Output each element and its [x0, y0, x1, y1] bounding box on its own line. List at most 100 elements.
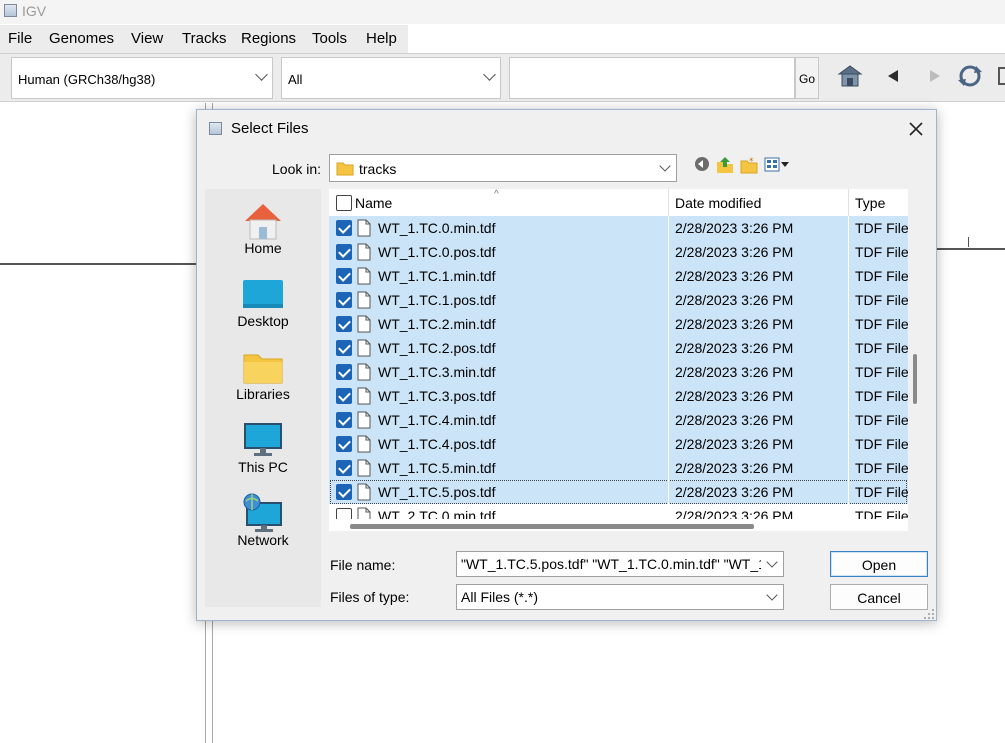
column-header-date[interactable]: Date modified [675, 195, 761, 211]
file-row[interactable]: WT_1.TC.5.min.tdf 2/28/2023 3:26 PM TDF Fi… [329, 456, 908, 480]
file-row[interactable]: WT_1.TC.0.min.tdf 2/28/2023 3:26 PM TDF Fi… [329, 216, 908, 240]
file-type-cell: TDF File [855, 292, 908, 308]
menu-help[interactable]: Help [366, 30, 397, 47]
select-files-dialog: Select Files Look in: tracks * Home Desk… [196, 109, 937, 621]
file-row-checkbox[interactable] [336, 364, 352, 380]
file-date-cell: 2/28/2023 3:26 PM [675, 364, 794, 380]
igv-app-icon [209, 122, 222, 135]
file-row-checkbox[interactable] [336, 436, 352, 452]
file-row-checkbox[interactable] [336, 268, 352, 284]
file-row-checkbox[interactable] [336, 508, 352, 519]
file-row[interactable]: WT_1.TC.3.min.tdf 2/28/2023 3:26 PM TDF Fi… [329, 360, 908, 384]
file-row-checkbox[interactable] [336, 244, 352, 260]
file-row-checkbox[interactable] [336, 412, 352, 428]
file-row-checkbox[interactable] [336, 460, 352, 476]
file-name-cell: WT_1.TC.4.min.tdf [378, 412, 496, 428]
file-row[interactable]: WT_1.TC.2.min.tdf 2/28/2023 3:26 PM TDF Fi… [329, 312, 908, 336]
file-list: ^ Name Date modified Type WT_1.TC.0.min.… [329, 189, 908, 519]
menu-view[interactable]: View [131, 30, 163, 47]
menu-tools[interactable]: Tools [312, 30, 347, 47]
chevron-down-icon [659, 160, 671, 172]
file-icon [357, 339, 371, 357]
file-name-cell: WT_1.TC.1.pos.tdf [378, 292, 496, 308]
file-row-checkbox[interactable] [336, 388, 352, 404]
file-row-checkbox[interactable] [336, 316, 352, 332]
menu-regions[interactable]: Regions [241, 30, 296, 47]
chevron-down-icon [766, 589, 778, 601]
file-date-cell: 2/28/2023 3:26 PM [675, 436, 794, 452]
select-all-checkbox[interactable] [336, 195, 352, 211]
file-type-cell: TDF File [855, 316, 908, 332]
places-bar: Home Desktop Libraries This PC Network [205, 189, 321, 607]
place-home[interactable]: Home [205, 195, 321, 265]
place-this-pc[interactable]: This PC [205, 414, 321, 484]
sort-ascending-icon: ^ [494, 189, 499, 200]
up-folder-icon[interactable] [716, 156, 734, 179]
go-button[interactable]: Go [795, 57, 819, 99]
chevron-down-icon[interactable] [766, 556, 778, 568]
dialog-titlebar: Select Files [197, 110, 936, 146]
vertical-scrollbar[interactable] [908, 189, 922, 519]
look-in-select[interactable]: tracks [329, 154, 677, 182]
menu-tracks[interactable]: Tracks [182, 30, 226, 47]
place-libraries[interactable]: Libraries [205, 341, 321, 411]
file-row-checkbox[interactable] [336, 292, 352, 308]
file-row[interactable]: WT_1.TC.2.pos.tdf 2/28/2023 3:26 PM TDF Fi… [329, 336, 908, 360]
place-desktop[interactable]: Desktop [205, 268, 321, 338]
file-row[interactable]: WT_1.TC.0.pos.tdf 2/28/2023 3:26 PM TDF Fi… [329, 240, 908, 264]
file-date-cell: 2/28/2023 3:26 PM [675, 388, 794, 404]
file-row[interactable]: WT_1.TC.1.min.tdf 2/28/2023 3:26 PM TDF Fi… [329, 264, 908, 288]
file-icon [357, 363, 371, 381]
menu-genomes[interactable]: Genomes [49, 30, 114, 47]
libraries-folder-icon [243, 354, 283, 384]
svg-text:*: * [749, 157, 754, 167]
file-row-checkbox[interactable] [336, 340, 352, 356]
genome-select-value: Human (GRCh38/hg38) [18, 72, 156, 87]
file-icon [357, 459, 371, 477]
cancel-button[interactable]: Cancel [830, 584, 928, 610]
back-arrow-icon[interactable] [880, 62, 908, 90]
resize-grip-icon[interactable] [923, 608, 935, 620]
column-header-name[interactable]: Name [355, 195, 392, 211]
files-of-type-select[interactable]: All Files (*.*) [456, 584, 784, 610]
file-row[interactable]: WT_1.TC.1.pos.tdf 2/28/2023 3:26 PM TDF Fi… [329, 288, 908, 312]
menu-file[interactable]: File [8, 30, 32, 47]
file-date-cell: 2/28/2023 3:26 PM [675, 340, 794, 356]
file-row[interactable]: WT_1.TC.5.pos.tdf 2/28/2023 3:26 PM TDF Fi… [329, 480, 908, 504]
column-header-type[interactable]: Type [855, 195, 885, 211]
file-name-cell: WT_2.TC.0.min.tdf [378, 508, 496, 519]
files-of-type-value: All Files (*.*) [461, 589, 539, 605]
place-network[interactable]: Network [205, 487, 321, 557]
file-date-cell: 2/28/2023 3:26 PM [675, 508, 794, 519]
close-icon[interactable] [905, 118, 927, 140]
home-icon [245, 204, 281, 240]
genome-select[interactable]: Human (GRCh38/hg38) [11, 57, 273, 99]
file-type-cell: TDF File [855, 268, 908, 284]
file-name-input[interactable]: "WT_1.TC.5.pos.tdf" "WT_1.TC.0.min.tdf" … [456, 551, 784, 577]
open-button[interactable]: Open [830, 551, 928, 577]
forward-arrow-icon[interactable] [920, 62, 948, 90]
new-folder-icon[interactable]: * [740, 156, 758, 179]
place-network-label: Network [237, 532, 289, 548]
file-icon [357, 387, 371, 405]
home-icon[interactable] [836, 62, 864, 90]
file-row[interactable]: WT_1.TC.3.pos.tdf 2/28/2023 3:26 PM TDF Fi… [329, 384, 908, 408]
locus-input[interactable] [509, 57, 795, 99]
refresh-icon[interactable] [956, 62, 984, 90]
file-row-checkbox[interactable] [336, 220, 352, 236]
horizontal-scrollbar[interactable] [329, 519, 908, 531]
chromosome-select[interactable]: All [281, 57, 501, 99]
region-icon[interactable] [996, 62, 1005, 90]
chevron-down-icon [255, 68, 268, 81]
file-type-cell: TDF File [855, 388, 908, 404]
file-row[interactable]: WT_1.TC.4.pos.tdf 2/28/2023 3:26 PM TDF Fi… [329, 432, 908, 456]
file-date-cell: 2/28/2023 3:26 PM [675, 412, 794, 428]
view-menu-icon[interactable] [764, 156, 790, 179]
file-name-cell: WT_1.TC.0.pos.tdf [378, 244, 496, 260]
file-row[interactable]: WT_2.TC.0.min.tdf 2/28/2023 3:26 PM TDF Fi… [329, 504, 908, 519]
back-icon[interactable] [694, 156, 710, 177]
place-libraries-label: Libraries [236, 386, 290, 402]
focus-outline [330, 480, 907, 504]
file-row[interactable]: WT_1.TC.4.min.tdf 2/28/2023 3:26 PM TDF Fi… [329, 408, 908, 432]
file-type-cell: TDF File [855, 340, 908, 356]
